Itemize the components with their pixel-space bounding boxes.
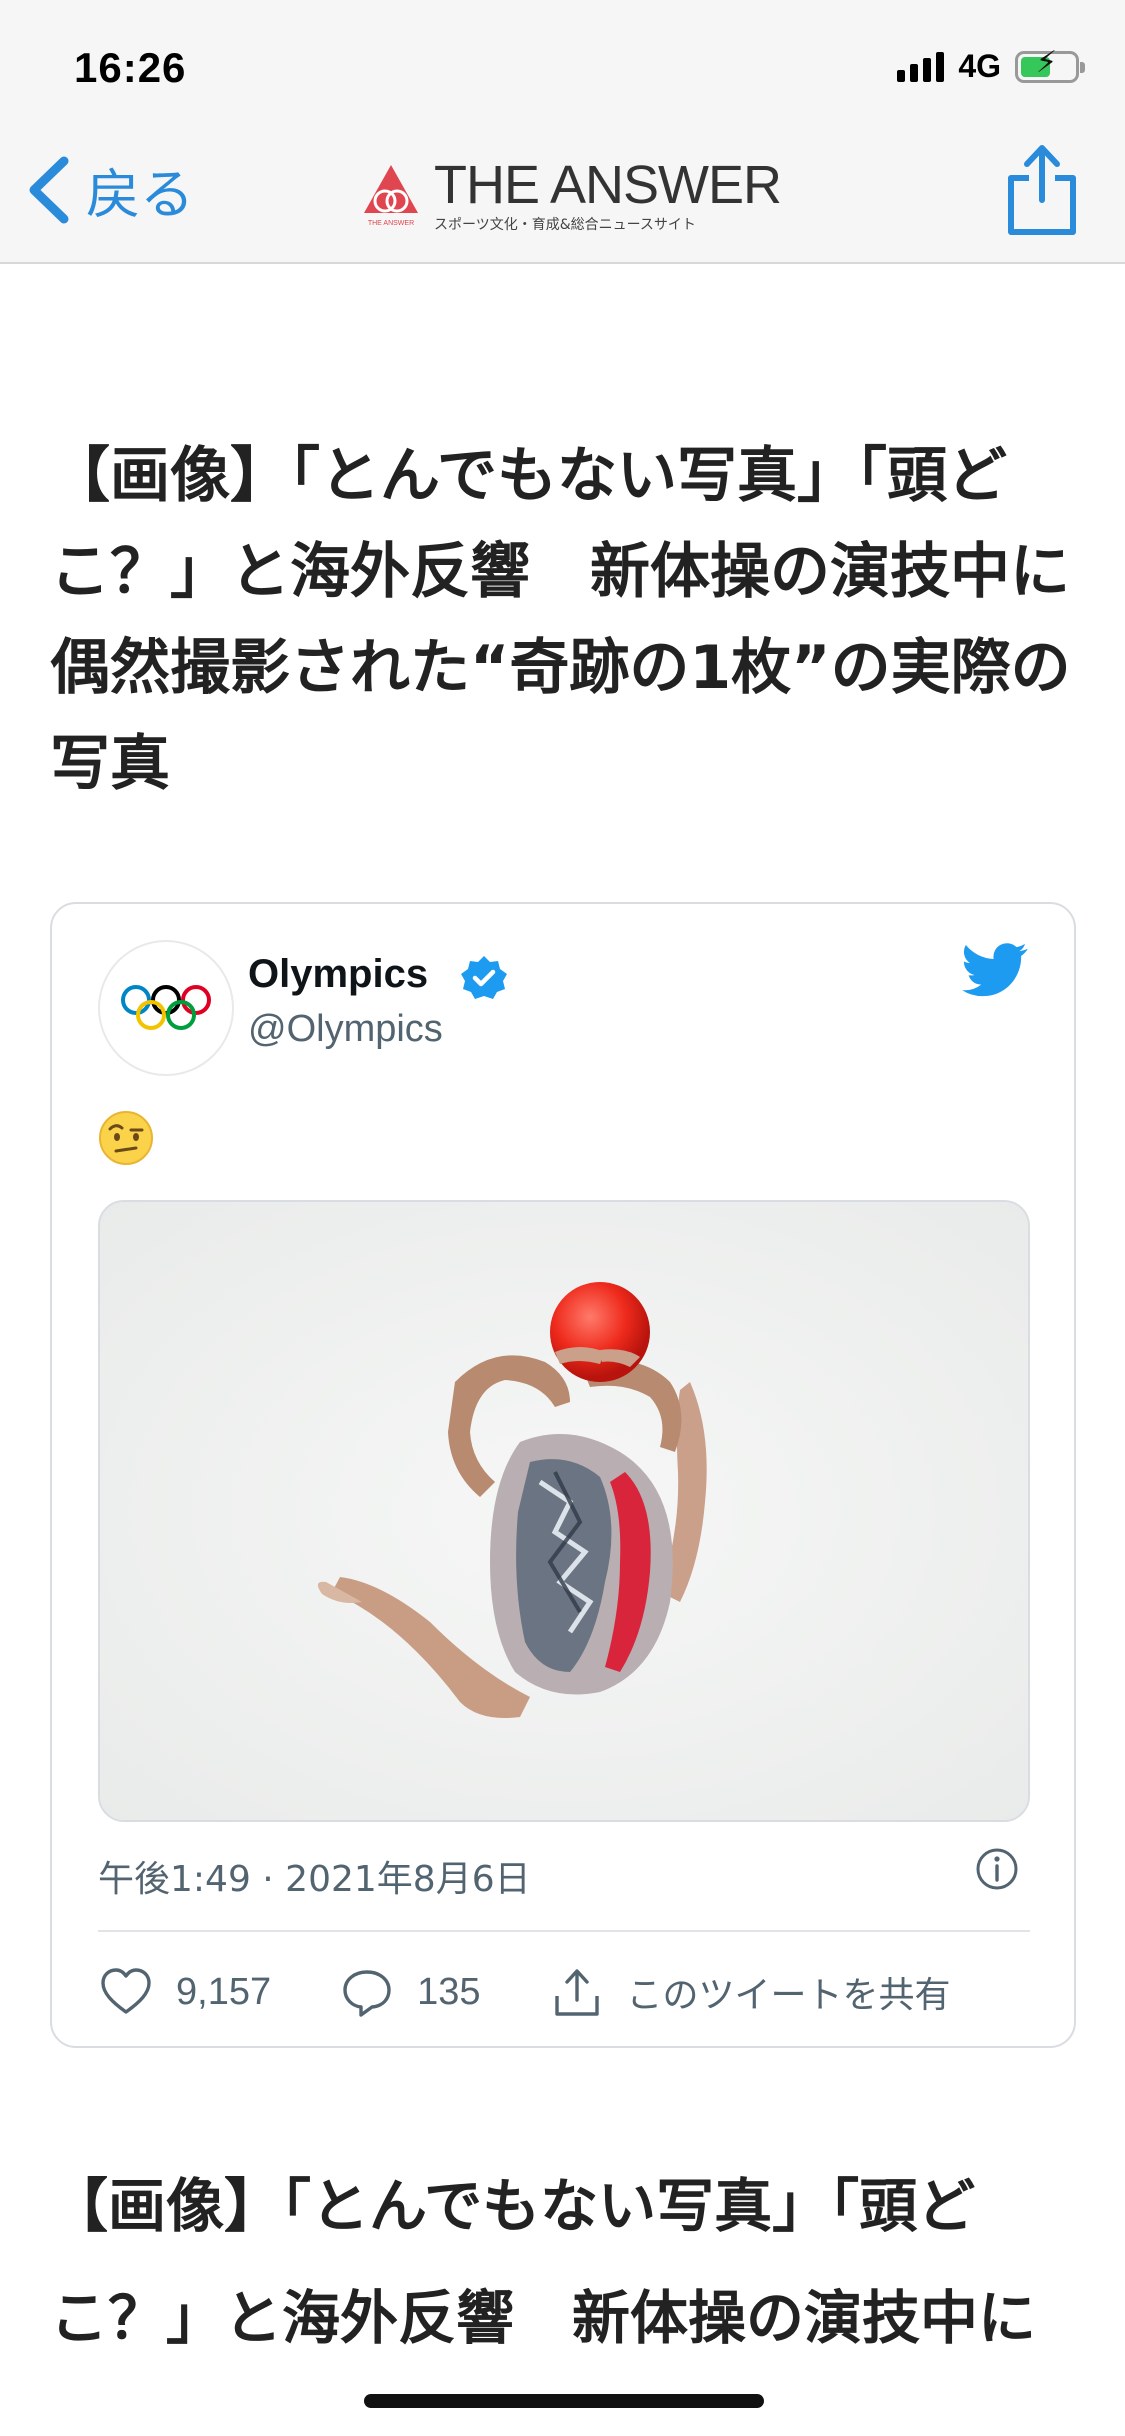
site-logo[interactable]: THE ANSWER THE ANSWER スポーツ文化・育成&総合ニュースサイ… xyxy=(360,155,782,234)
embedded-tweet[interactable]: Olympics @Olympics 午後1:49 · 2021年8月6日 9,… xyxy=(50,902,1076,2048)
tweet-timestamp[interactable]: 午後1:49 · 2021年8月6日 xyxy=(98,1850,531,1902)
rhythmic-gymnast-photo xyxy=(100,1202,1028,1820)
divider xyxy=(98,1930,1030,1932)
olympic-rings-icon xyxy=(121,985,211,1030)
verified-badge-icon xyxy=(461,956,507,999)
signal-bars-icon xyxy=(897,51,945,82)
home-indicator[interactable] xyxy=(364,2394,764,2408)
tweet-photo[interactable] xyxy=(98,1200,1030,1822)
raised-eyebrow-emoji-icon xyxy=(99,1111,153,1165)
share-tweet-icon xyxy=(554,1969,599,2016)
reply-bubble-icon xyxy=(343,1970,391,2017)
share-tweet-button[interactable]: このツイートを共有 xyxy=(549,1964,951,2020)
brand-tagline: スポーツ文化・育成&総合ニュースサイト xyxy=(434,217,696,233)
chevron-left-icon xyxy=(29,156,69,223)
back-button[interactable]: 戻る xyxy=(26,150,194,229)
brand-mark-text: THE ANSWER xyxy=(368,220,414,227)
top-bar: 16:26 4G ⚡ 戻る THE ANSWER THE ANSWER スポーツ… xyxy=(0,0,1125,264)
like-count: 9,157 xyxy=(176,1970,272,2013)
like-button[interactable]: 9,157 xyxy=(98,1964,271,2020)
tweet-actions: 9,157 135 このツイートを共有 xyxy=(98,1960,1030,2024)
reply-count: 135 xyxy=(417,1970,481,2013)
tweet-handle[interactable]: @Olympics xyxy=(248,1008,443,1051)
brand-text: THE ANSWER スポーツ文化・育成&総合ニュースサイト xyxy=(434,155,782,234)
tweet-author-name[interactable]: Olympics xyxy=(248,952,428,997)
avatar[interactable] xyxy=(98,940,234,1076)
info-icon[interactable] xyxy=(974,1846,1020,1892)
heart-icon xyxy=(101,1968,151,2014)
twitter-bird-icon[interactable] xyxy=(962,942,1028,998)
share-tweet-label: このツイートを共有 xyxy=(626,1975,951,2016)
battery-charging-icon: ⚡ xyxy=(1015,47,1085,83)
status-icons: 4G ⚡ xyxy=(897,47,1085,85)
brand-name: THE ANSWER xyxy=(434,155,782,215)
back-label: 戻る xyxy=(86,163,194,226)
reply-button[interactable]: 135 xyxy=(339,1964,481,2020)
share-icon[interactable] xyxy=(1003,142,1081,238)
network-type: 4G xyxy=(958,48,1001,84)
status-time: 16:26 xyxy=(74,44,187,91)
article-title: 【画像】「とんでもない写真」「頭どこ？」と海外反響 新体操の演技中に偶然撮影され… xyxy=(50,441,1071,799)
brand-mark-icon: THE ANSWER xyxy=(364,165,418,227)
